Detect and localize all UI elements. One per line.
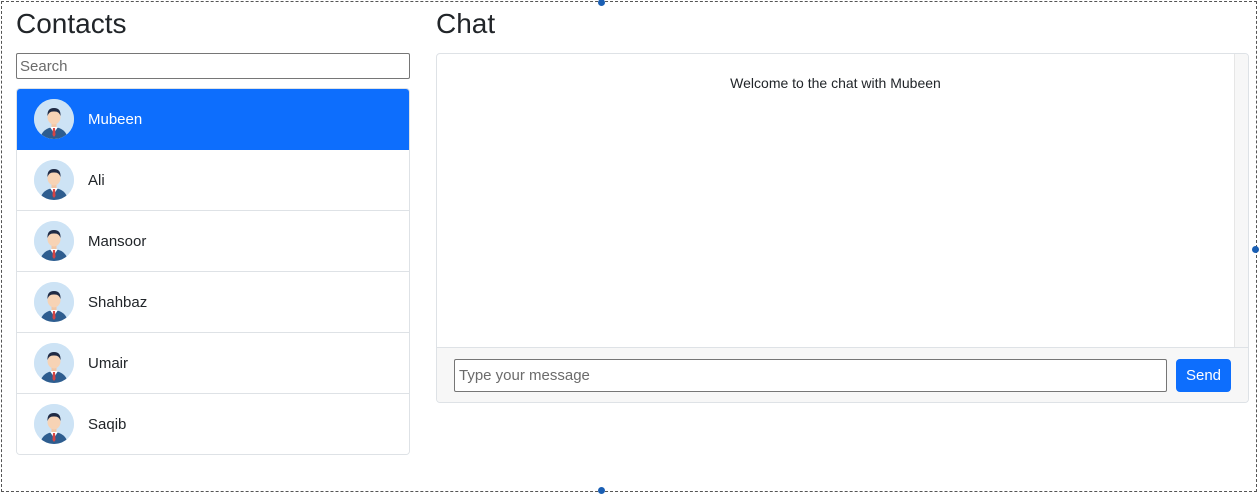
- contact-name: Shahbaz: [88, 293, 148, 311]
- contact-name: Umair: [88, 354, 128, 372]
- resize-handle-bottom[interactable]: [598, 487, 605, 494]
- message-input[interactable]: [454, 359, 1167, 392]
- contact-item[interactable]: Shahbaz: [17, 272, 409, 333]
- contact-item[interactable]: Ali: [17, 150, 409, 211]
- contact-list: Mubeen Ali Mansoor Shahbaz Umair Saqib: [16, 88, 410, 455]
- avatar: [34, 99, 74, 139]
- contacts-panel: Contacts Mubeen Ali Mansoor Shahbaz Umai…: [16, 0, 410, 455]
- avatar: [34, 404, 74, 444]
- contact-name: Ali: [88, 171, 105, 189]
- contact-item[interactable]: Saqib: [17, 394, 409, 454]
- avatar: [34, 221, 74, 261]
- contact-name: Mubeen: [88, 110, 143, 128]
- contact-name: Saqib: [88, 415, 127, 433]
- search-input[interactable]: [16, 53, 410, 79]
- chat-panel: Chat Welcome to the chat with Mubeen Sen…: [436, 0, 1249, 403]
- welcome-message: Welcome to the chat with Mubeen: [730, 75, 941, 91]
- message-scrollbar[interactable]: [1234, 54, 1248, 347]
- avatar: [34, 282, 74, 322]
- avatar: [34, 343, 74, 383]
- resize-handle-right[interactable]: [1252, 246, 1259, 253]
- contact-item[interactable]: Umair: [17, 333, 409, 394]
- contacts-title: Contacts: [16, 8, 127, 39]
- chat-footer: Send: [437, 347, 1248, 402]
- message-area: Welcome to the chat with Mubeen: [437, 54, 1234, 347]
- contact-name: Mansoor: [88, 232, 147, 250]
- chat-title: Chat: [436, 8, 496, 39]
- contact-item[interactable]: Mubeen: [17, 89, 409, 150]
- send-button[interactable]: Send: [1176, 359, 1231, 392]
- contact-item[interactable]: Mansoor: [17, 211, 409, 272]
- chat-box: Welcome to the chat with Mubeen Send: [436, 53, 1249, 403]
- avatar: [34, 160, 74, 200]
